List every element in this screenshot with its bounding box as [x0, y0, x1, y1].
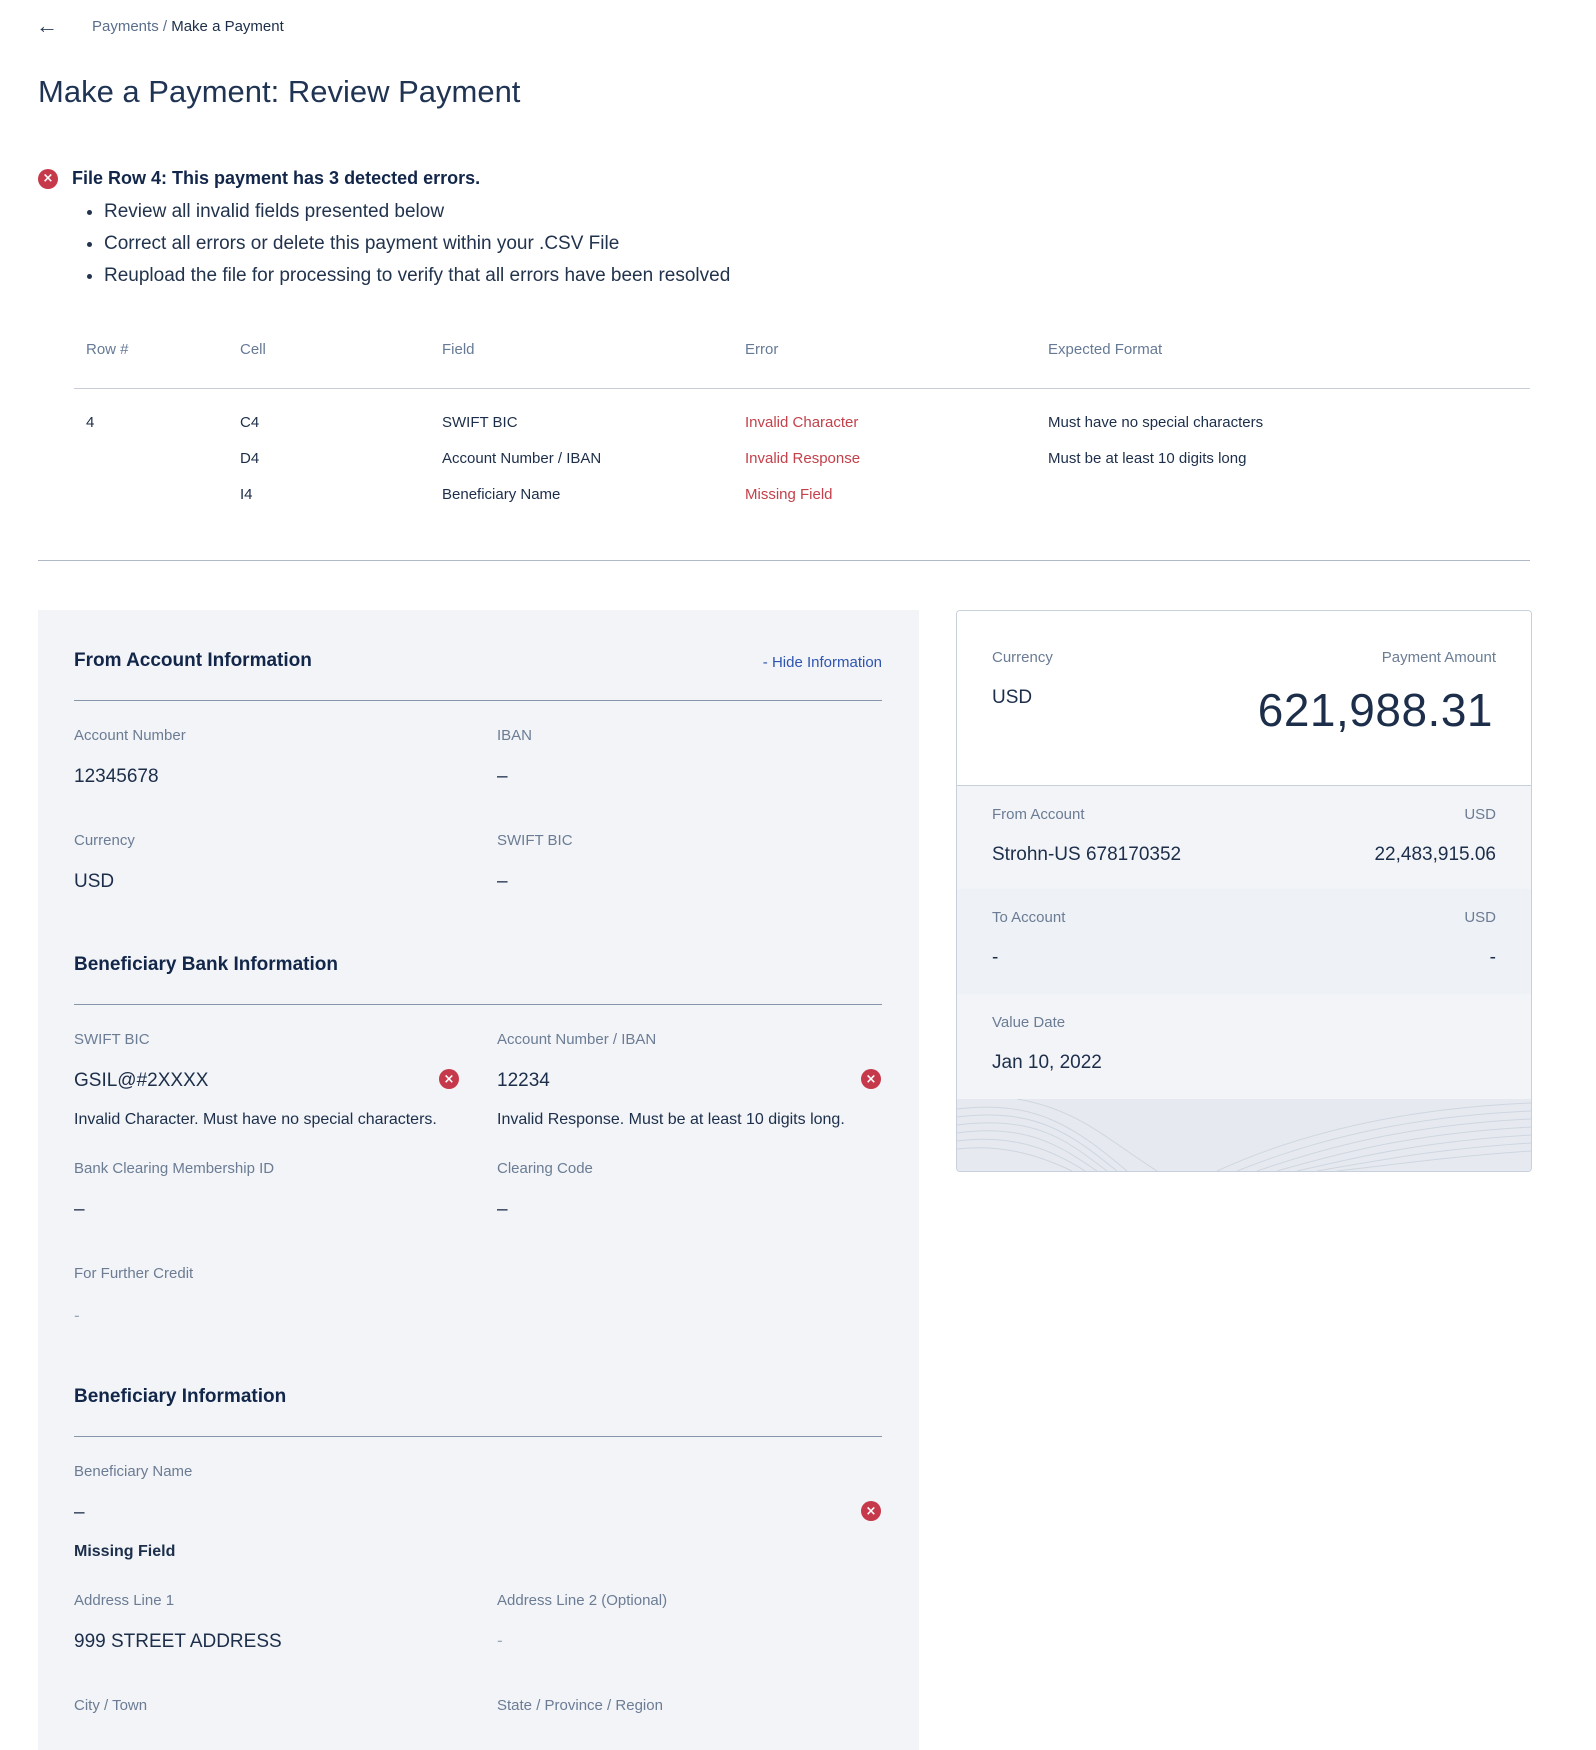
column-header-field: Field: [442, 341, 475, 358]
beneficiary-account-label: Account Number / IBAN: [497, 1031, 657, 1048]
beneficiary-name-value: –: [74, 1502, 85, 1523]
cell-cell: I4: [240, 486, 253, 503]
error-circle-x-icon: ×: [439, 1069, 459, 1089]
beneficiary-name-label: Beneficiary Name: [74, 1463, 193, 1480]
beneficiary-swift-label: SWIFT BIC: [74, 1031, 150, 1048]
amount-section: Currency USD Payment Amount 621,988.31: [957, 611, 1531, 785]
currency-value: USD: [992, 687, 1033, 708]
cell-error: Missing Field: [745, 486, 833, 503]
table-row: 4 C4 SWIFT BIC Invalid Character Must ha…: [74, 414, 1530, 438]
column-header-cell: Cell: [240, 341, 266, 358]
cell-cell: C4: [240, 414, 260, 431]
page-title: Make a Payment: Review Payment: [38, 74, 521, 109]
account-number-value: 12345678: [74, 766, 159, 787]
value-date-value: Jan 10, 2022: [992, 1052, 1102, 1073]
breadcrumb: ← Payments / Make a Payment: [36, 15, 284, 37]
swift-bic-value: –: [497, 871, 508, 892]
hide-information-link[interactable]: - Hide Information: [763, 654, 882, 671]
beneficiary-bank-section-title: Beneficiary Bank Information: [74, 954, 338, 975]
error-circle-x-icon: ×: [861, 1501, 881, 1521]
cell-cell: D4: [240, 450, 260, 467]
table-header-divider: [74, 388, 1530, 389]
iban-value: –: [497, 766, 508, 787]
error-circle-x-icon: ×: [861, 1069, 881, 1089]
cell-row-number: 4: [86, 414, 95, 431]
iban-label: IBAN: [497, 727, 533, 744]
account-number-label: Account Number: [74, 727, 186, 744]
section-divider: [74, 700, 882, 701]
account-error-message: Invalid Response. Must be at least 10 di…: [497, 1111, 845, 1128]
cell-expected-format: Must have no special characters: [1048, 414, 1264, 431]
error-instructions-list: Review all invalid fields presented belo…: [80, 196, 730, 292]
clearing-membership-label: Bank Clearing Membership ID: [74, 1160, 275, 1177]
cell-expected-format: Must be at least 10 digits long: [1048, 450, 1247, 467]
address-line-1-label: Address Line 1: [74, 1592, 175, 1609]
error-instruction-item: Review all invalid fields presented belo…: [104, 196, 730, 228]
table-row: D4 Account Number / IBAN Invalid Respons…: [74, 450, 1530, 474]
error-circle-x-icon: ×: [38, 168, 58, 189]
beneficiary-section-title: Beneficiary Information: [74, 1386, 287, 1407]
table-header-row: Row # Cell Field Error Expected Format: [74, 341, 1530, 365]
swift-bic-label: SWIFT BIC: [497, 832, 573, 849]
cell-field: Beneficiary Name: [442, 486, 561, 503]
breadcrumb-separator: /: [158, 17, 172, 35]
to-balance-value: -: [1489, 947, 1496, 968]
error-summary-heading: × File Row 4: This payment has 3 detecte…: [38, 168, 480, 189]
currency-label: Currency: [992, 649, 1053, 666]
section-divider: [74, 1436, 882, 1437]
to-account-band: To Account USD - -: [957, 889, 1531, 994]
error-instruction-item: Correct all errors or delete this paymen…: [104, 228, 730, 260]
breadcrumb-parent-link[interactable]: Payments: [92, 18, 159, 35]
payment-summary-card: Currency USD Payment Amount 621,988.31 F…: [956, 610, 1532, 1172]
payment-details-panel: From Account Information - Hide Informat…: [38, 610, 919, 1750]
to-account-value: -: [992, 947, 999, 968]
from-account-value: Strohn-US 678170352: [992, 844, 1182, 865]
column-header-expected-format: Expected Format: [1048, 341, 1163, 358]
breadcrumb-current: Make a Payment: [171, 17, 284, 35]
value-date-label: Value Date: [992, 1014, 1066, 1031]
address-line-2-value: -: [497, 1631, 503, 1650]
beneficiary-account-value: 12234: [497, 1070, 550, 1091]
cell-field: Account Number / IBAN: [442, 450, 602, 467]
decorative-wave-pattern: [957, 1098, 1531, 1171]
table-row: I4 Beneficiary Name Missing Field: [74, 486, 1530, 510]
from-account-section-title: From Account Information: [74, 650, 312, 671]
clearing-code-label: Clearing Code: [497, 1160, 593, 1177]
city-label: City / Town: [74, 1697, 148, 1714]
section-divider: [74, 1004, 882, 1005]
clearing-code-value: –: [497, 1199, 508, 1220]
currency-label: Currency: [74, 832, 135, 849]
payment-amount-value: 621,988.31: [1257, 684, 1493, 736]
from-currency-label: USD: [1464, 806, 1496, 823]
state-label: State / Province / Region: [497, 1697, 663, 1714]
error-summary-text: File Row 4: This payment has 3 detected …: [72, 168, 481, 188]
cell-error: Invalid Response: [745, 450, 861, 467]
to-account-label: To Account: [992, 909, 1066, 926]
swift-error-message: Invalid Character. Must have no special …: [74, 1111, 437, 1128]
clearing-membership-value: –: [74, 1199, 85, 1220]
from-balance-value: 22,483,915.06: [1374, 844, 1496, 865]
payment-amount-label: Payment Amount: [1381, 649, 1496, 666]
column-header-error: Error: [745, 341, 779, 358]
from-account-label: From Account: [992, 806, 1085, 823]
further-credit-label: For Further Credit: [74, 1265, 194, 1282]
beneficiary-swift-value: GSIL@#2XXXX: [74, 1070, 209, 1091]
error-instruction-item: Reupload the file for processing to veri…: [104, 260, 730, 292]
address-line-2-label: Address Line 2 (Optional): [497, 1592, 668, 1609]
currency-value: USD: [74, 871, 115, 892]
back-arrow-icon[interactable]: ←: [36, 15, 92, 37]
further-credit-value: -: [74, 1306, 80, 1325]
beneficiary-name-error: Missing Field: [74, 1543, 176, 1560]
address-line-1-value: 999 STREET ADDRESS: [74, 1631, 282, 1652]
value-date-band: Value Date Jan 10, 2022: [957, 994, 1531, 1099]
column-header-row-number: Row #: [86, 341, 129, 358]
section-divider: [38, 560, 1530, 561]
cell-field: SWIFT BIC: [442, 414, 518, 431]
to-currency-label: USD: [1464, 909, 1496, 926]
cell-error: Invalid Character: [745, 414, 859, 431]
from-account-band: From Account USD Strohn-US 678170352 22,…: [957, 785, 1531, 890]
